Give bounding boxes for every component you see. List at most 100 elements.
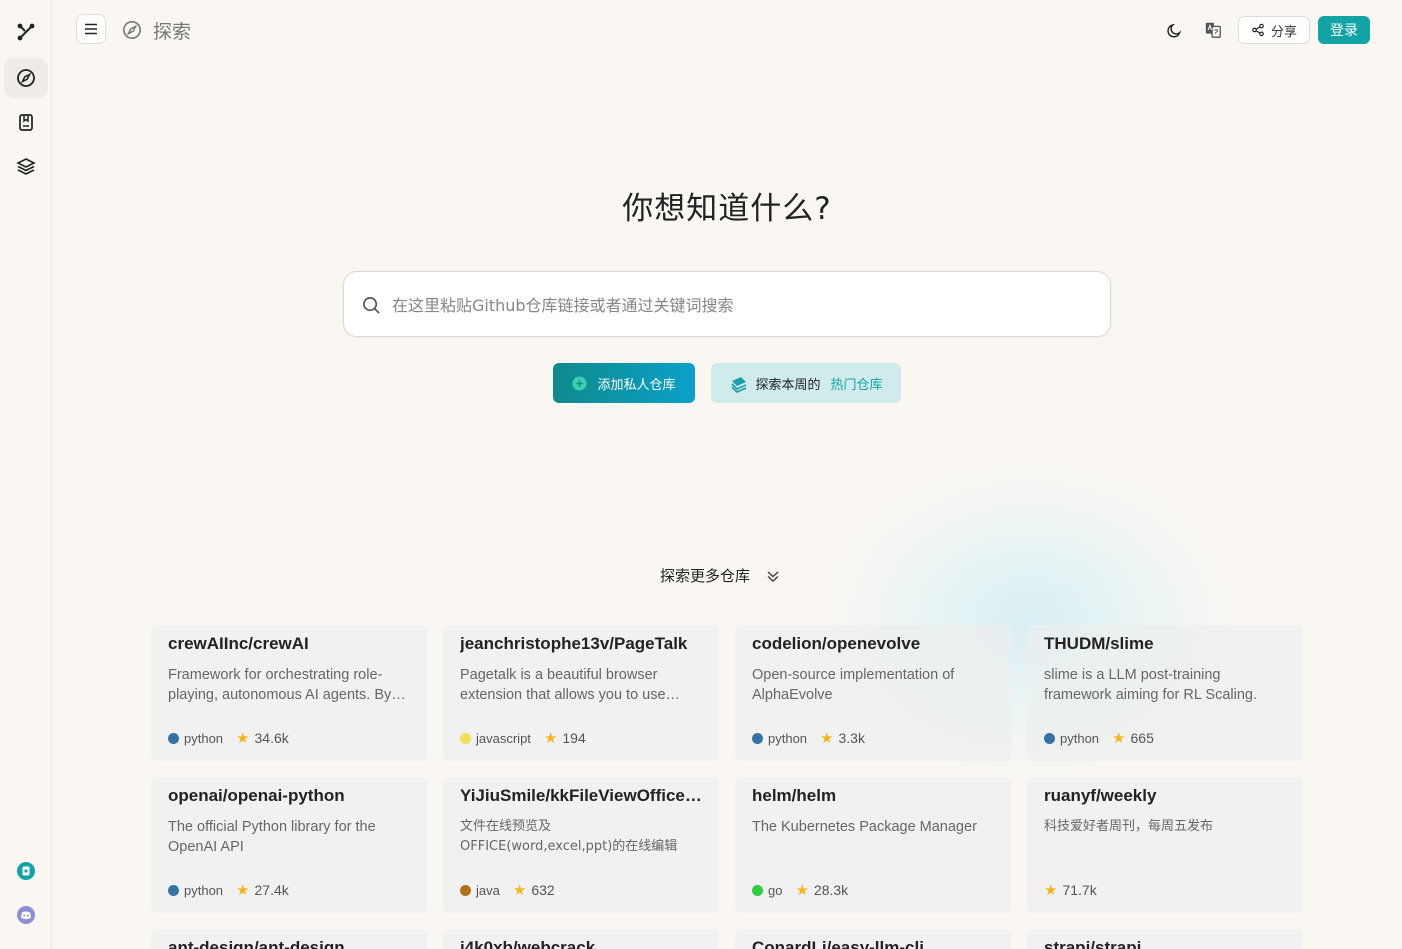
repo-stars: 71.7k xyxy=(1062,882,1097,898)
discord-icon[interactable] xyxy=(4,895,48,935)
repo-stars: 665 xyxy=(1130,730,1154,746)
repo-title: helm/helm xyxy=(752,786,837,805)
repo-card[interactable]: crewAIInc/crewAI Framework for orchestra… xyxy=(151,625,427,761)
hero-title: 你想知道什么? xyxy=(622,191,832,227)
share-icon xyxy=(1252,23,1264,37)
star-icon: ★ xyxy=(512,882,527,899)
repo-title: YiJiuSmile/kkFileViewOfficeEdit xyxy=(460,786,702,805)
star-icon: ★ xyxy=(236,882,250,899)
repo-title: THUDM/slime xyxy=(1044,634,1154,653)
repo-card[interactable]: ruanyf/weekly 科技爱好者周刊，每周五发布 ★ 71.7k xyxy=(1027,777,1303,913)
repo-description: Pagetalk is a beautiful browser extensio… xyxy=(460,667,666,703)
repo-card[interactable]: openai/openai-python The official Python… xyxy=(151,777,427,913)
top-bar: 探索 分享 登录 xyxy=(52,0,1402,60)
language-dot xyxy=(168,884,179,896)
repo-meta: java ★ 632 xyxy=(460,881,555,899)
repo-language: python xyxy=(1060,730,1100,746)
star-icon: ★ xyxy=(820,730,834,747)
menu-button[interactable] xyxy=(76,14,106,44)
language-dot xyxy=(752,884,763,896)
language-dot xyxy=(460,884,471,896)
search-input[interactable] xyxy=(392,286,1092,324)
app-badge-icon[interactable] xyxy=(4,851,48,891)
repo-card[interactable]: ConardLi/easy-llm-cli xyxy=(735,929,1011,949)
login-button[interactable]: 登录 xyxy=(1318,16,1370,44)
hot-repos-button[interactable]: 探索本周的 热门仓库 xyxy=(711,363,901,403)
repo-title: codelion/openevolve xyxy=(752,634,921,653)
star-icon: ★ xyxy=(795,882,809,899)
repo-title: ant-design/ant-design xyxy=(168,938,345,949)
plus-circle-icon xyxy=(572,375,588,391)
repo-meta: python ★ 3.3k xyxy=(752,729,865,747)
language-dot xyxy=(752,732,763,744)
repo-meta: ★ 71.7k xyxy=(1044,881,1097,899)
language-dot xyxy=(1044,732,1055,744)
repo-card[interactable]: ant-design/ant-design xyxy=(151,929,427,949)
language-translate-icon[interactable] xyxy=(1202,19,1224,41)
repo-title: openai/openai-python xyxy=(168,786,345,805)
star-icon: ★ xyxy=(1112,730,1126,747)
repo-description: The official Python library for the Open… xyxy=(168,819,376,855)
repo-card[interactable]: helm/helm The Kubernetes Package Manager… xyxy=(735,777,1011,913)
repo-title: j4k0xb/webcrack xyxy=(460,938,596,949)
page-title: 探索 xyxy=(153,21,192,43)
explore-more-toggle[interactable]: 探索更多仓库 xyxy=(660,565,780,586)
repo-description: The Kubernetes Package Manager xyxy=(752,819,977,835)
repo-stars: 3.3k xyxy=(838,730,865,746)
repo-grid: crewAIInc/crewAI Framework for orchestra… xyxy=(151,625,1303,949)
repo-language: go xyxy=(768,882,783,898)
repo-title: jeanchristophe13v/PageTalk xyxy=(460,634,688,653)
repo-language: javascript xyxy=(476,730,531,746)
repo-language: python xyxy=(768,730,808,746)
repo-card[interactable]: j4k0xb/webcrack xyxy=(443,929,719,949)
repo-description: 文件在线预览及OFFICE(word,excel,ppt)的在线编辑 xyxy=(460,819,678,854)
repo-stars: 28.3k xyxy=(813,882,849,898)
repo-title: crewAIInc/crewAI xyxy=(168,634,309,653)
language-dot xyxy=(168,732,179,744)
repo-language: java xyxy=(476,882,500,898)
share-button[interactable]: 分享 xyxy=(1238,16,1310,44)
explore-more-label: 探索更多仓库 xyxy=(660,567,751,585)
repo-card[interactable]: jeanchristophe13v/PageTalk Pagetalk is a… xyxy=(443,625,719,761)
search-box[interactable] xyxy=(343,271,1111,337)
explore-compass-icon[interactable] xyxy=(4,58,48,98)
logo-icon[interactable] xyxy=(4,12,48,52)
repo-stars: 34.6k xyxy=(254,730,289,746)
star-icon: ★ xyxy=(543,730,558,747)
theme-toggle-moon-icon[interactable] xyxy=(1163,19,1185,41)
repo-description: 科技爱好者周刊，每周五发布 xyxy=(1044,819,1214,834)
repo-card[interactable]: codelion/openevolve Open-source implemen… xyxy=(735,625,1011,761)
hot-repos-highlight: 热门仓库 xyxy=(830,377,883,393)
repo-meta: python ★ 34.6k xyxy=(168,729,289,747)
repo-language: python xyxy=(184,730,224,746)
repo-meta: go ★ 28.3k xyxy=(752,881,848,899)
share-label: 分享 xyxy=(1270,24,1297,40)
repo-meta: python ★ 27.4k xyxy=(168,881,289,899)
language-dot xyxy=(460,732,471,744)
repo-book-icon[interactable] xyxy=(4,102,48,142)
repo-stars: 27.4k xyxy=(254,882,289,898)
hamburger-icon xyxy=(85,23,97,35)
star-icon: ★ xyxy=(1044,882,1058,899)
repo-stars: 194 xyxy=(562,730,586,746)
repo-card[interactable]: THUDM/slime slime is a LLM post-training… xyxy=(1027,625,1303,761)
search-icon xyxy=(363,297,380,314)
sidebar xyxy=(0,0,52,949)
repo-card[interactable]: YiJiuSmile/kkFileViewOfficeEdit 文件在线预览及O… xyxy=(443,777,719,913)
repo-title: ConardLi/easy-llm-cli xyxy=(752,938,924,949)
repo-description: slime is a LLM post-training framework a… xyxy=(1044,667,1258,703)
double-chevron-down-icon xyxy=(767,570,779,582)
repo-description: Open-source implementation of AlphaEvolv… xyxy=(752,667,955,703)
layers-icon[interactable] xyxy=(4,146,48,186)
repo-title: strapi/strapi xyxy=(1044,938,1142,949)
hot-repos-prefix: 探索本周的 xyxy=(755,377,821,393)
repo-card[interactable]: strapi/strapi xyxy=(1027,929,1303,949)
star-icon: ★ xyxy=(236,730,250,747)
add-private-repo-label: 添加私人仓库 xyxy=(597,377,676,393)
book-stack-icon xyxy=(731,377,747,393)
repo-stars: 632 xyxy=(531,882,555,898)
repo-title: ruanyf/weekly xyxy=(1044,786,1157,805)
repo-description: Framework for orchestrating role-playing… xyxy=(168,667,392,703)
add-private-repo-button[interactable]: 添加私人仓库 xyxy=(553,363,695,403)
repo-language: python xyxy=(184,882,224,898)
